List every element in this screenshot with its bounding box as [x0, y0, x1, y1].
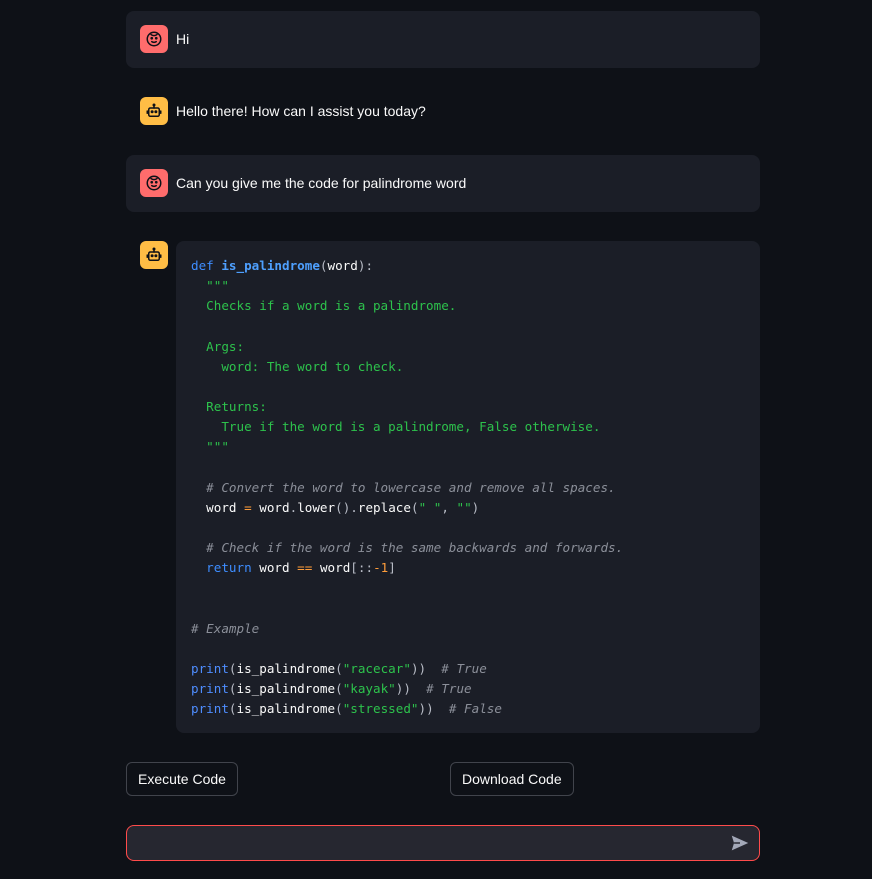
chat-app: Hi Hello there! How can I assist you tod…	[0, 0, 872, 879]
bot-avatar-icon	[140, 241, 168, 269]
chat-input[interactable]	[139, 826, 723, 862]
chat-input-container	[126, 825, 760, 862]
bot-avatar-icon	[140, 97, 168, 125]
user-avatar-icon	[140, 169, 168, 197]
user-avatar-icon	[140, 25, 168, 53]
code-block[interactable]: def is_palindrome(word): """ Checks if a…	[176, 241, 760, 733]
chat-message-user: Hi	[126, 11, 760, 68]
execute-code-button[interactable]: Execute Code	[126, 762, 238, 796]
download-code-button[interactable]: Download Code	[450, 762, 574, 796]
chat-message-user: Can you give me the code for palindrome …	[126, 155, 760, 212]
chat-message-assistant: Hello there! How can I assist you today?	[126, 83, 760, 140]
code-content: def is_palindrome(word): """ Checks if a…	[191, 258, 624, 717]
message-text: Hi	[176, 31, 190, 47]
message-text: Can you give me the code for palindrome …	[176, 175, 467, 191]
send-button[interactable]	[729, 832, 751, 854]
send-icon	[731, 835, 749, 851]
message-text: Hello there! How can I assist you today?	[176, 103, 426, 119]
